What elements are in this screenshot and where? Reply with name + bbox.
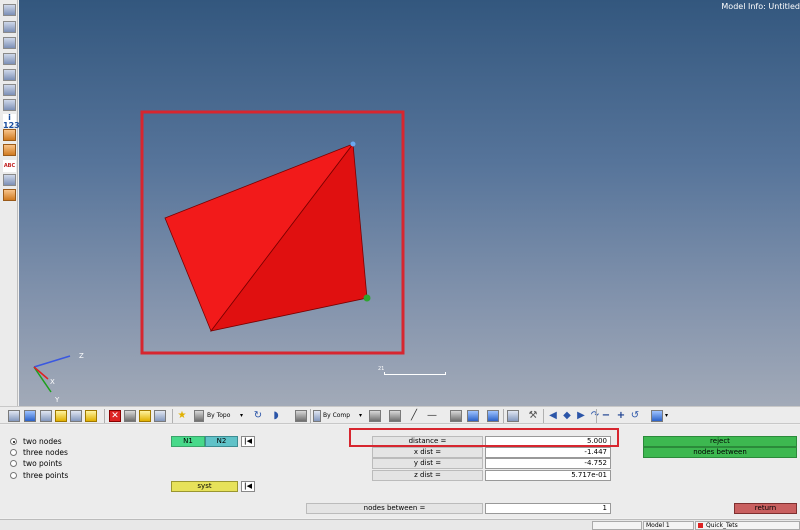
monitor-icon[interactable] [487,410,499,422]
nodes-between-button[interactable]: nodes between [643,447,797,458]
wrench-icon[interactable]: ⚒ [527,410,539,422]
syst-selector[interactable]: syst [171,481,238,492]
status-empty-cell [592,521,642,530]
nodes-between-input[interactable]: 1 [485,503,611,514]
axis-z-label: Z [79,352,84,360]
distance-label: distance = [372,436,483,447]
grid-view-icon[interactable] [507,410,519,422]
y-dist-value: -4.752 [485,458,611,469]
radio-dot[interactable] [10,438,17,445]
measure-panel: two nodes three nodes two points three p… [0,425,800,518]
network-icon[interactable] [467,410,479,422]
x-dist-label: x dist = [372,447,483,458]
shading-icon[interactable]: ◗ [270,410,282,422]
wireframe-icon[interactable] [369,410,381,422]
radio-label: two nodes [23,437,62,446]
save-icon[interactable] [24,410,36,422]
reject-button[interactable]: reject [643,436,797,447]
zoom-out-icon[interactable]: − [600,410,612,422]
solid-icon[interactable] [389,410,401,422]
info-123-icon[interactable]: i 123 [3,114,20,130]
binoculars-icon[interactable] [3,99,16,111]
radio-dot[interactable] [10,449,17,456]
z-dist-label: z dist = [372,470,483,481]
arrow-left-icon[interactable]: ◀ [547,410,559,422]
return-button[interactable]: return [734,503,797,514]
radio-label: two points [23,459,63,468]
transform-icon[interactable] [154,410,166,422]
arrow-right-icon[interactable]: ▶ [575,410,587,422]
lasso-icon[interactable]: ↻ [252,410,264,422]
mesh-edit-icon[interactable] [3,174,16,186]
radio-three-points[interactable]: three points [10,470,68,481]
options-icon[interactable] [651,410,663,422]
radio-dot[interactable] [10,460,17,467]
options-chevron-down-icon[interactable]: ▾ [665,410,668,422]
reset-nodes-button[interactable]: |◀ [241,436,255,447]
radio-label: three nodes [23,448,68,457]
node-n1[interactable] [350,141,356,147]
status-collector-label: Quick_Tets [706,522,738,529]
edge-icon[interactable]: — [426,410,438,422]
star-icon[interactable]: ★ [176,410,188,422]
by-topo-icon[interactable] [194,410,204,422]
model-browser-icon[interactable] [124,410,136,422]
by-comp-chevron-down-icon[interactable]: ▾ [359,410,362,422]
app-window: i 123 ABC Model Info: Untitled Z X Y 21 … [0,0,800,530]
by-comp-dropdown[interactable]: By Comp [323,410,350,422]
measure-icon[interactable] [3,4,16,16]
by-comp-icon[interactable] [313,410,321,422]
radio-dot[interactable] [10,472,17,479]
layer-icon[interactable] [3,53,16,65]
radio-two-nodes[interactable]: two nodes [10,436,62,447]
z-dist-value: 5.717e-01 [485,470,611,481]
graphics-viewport[interactable]: Model Info: Untitled Z X Y 21 [19,0,800,406]
mask-icon[interactable] [139,410,151,422]
node-n2[interactable] [363,294,371,302]
abc-note-icon[interactable] [3,144,16,156]
export-icon[interactable] [55,410,67,422]
card-icon[interactable] [3,69,16,81]
import-icon[interactable] [40,410,52,422]
open-model-icon[interactable] [8,410,20,422]
status-model[interactable]: Model 1 [643,521,694,530]
n2-node-selector[interactable]: N2 [205,436,238,447]
x-dist-value: -1.447 [485,447,611,458]
nodes-between-label: nodes between = [306,503,483,514]
radio-label: three points [23,471,69,480]
main-toolbar: ✕ ★ By Topo ▾ ↻ ◗ By Comp ▾ ╱ — ⚒ ◀ ◆ ▶ … [0,406,800,424]
script-icon[interactable] [85,410,97,422]
hide-icon[interactable] [3,84,16,96]
scene: Z X Y [33,110,405,404]
collector-color-swatch [698,523,703,528]
ruler-icon[interactable] [3,129,16,141]
distance-value: 5.000 [485,436,611,447]
left-toolbar: i 123 ABC [0,0,20,406]
axis-triad [33,355,71,393]
by-topo-dropdown[interactable]: By Topo [207,410,230,422]
by-topo-chevron-down-icon[interactable]: ▾ [240,410,243,422]
delete-icon[interactable]: ✕ [109,410,121,422]
scale-ruler [384,372,446,375]
mesh-icon[interactable] [3,21,16,33]
reset-syst-button[interactable]: |◀ [241,481,255,492]
radio-three-nodes[interactable]: three nodes [10,447,68,458]
status-collector[interactable]: Quick_Tets [695,521,800,530]
radio-two-points[interactable]: two points [10,458,62,469]
status-bar: Model 1 Quick_Tets [0,519,800,530]
n1-node-selector[interactable]: N1 [171,436,205,447]
cube-view-icon[interactable] [295,410,307,422]
zoom-in-icon[interactable]: + [615,410,627,422]
axis-y-label: Y [54,396,60,404]
abc-label-icon[interactable]: ABC [3,160,16,172]
y-dist-label: y dist = [372,458,483,469]
diamond-icon[interactable]: ◆ [561,410,573,422]
grid-icon[interactable] [3,189,16,201]
plane-icon[interactable] [450,410,462,422]
elements-icon[interactable] [3,37,16,49]
line-icon[interactable]: ╱ [408,410,420,422]
print-icon[interactable] [70,410,82,422]
axis-x-label: X [50,378,55,386]
spin-icon[interactable]: ↺ [629,410,641,422]
